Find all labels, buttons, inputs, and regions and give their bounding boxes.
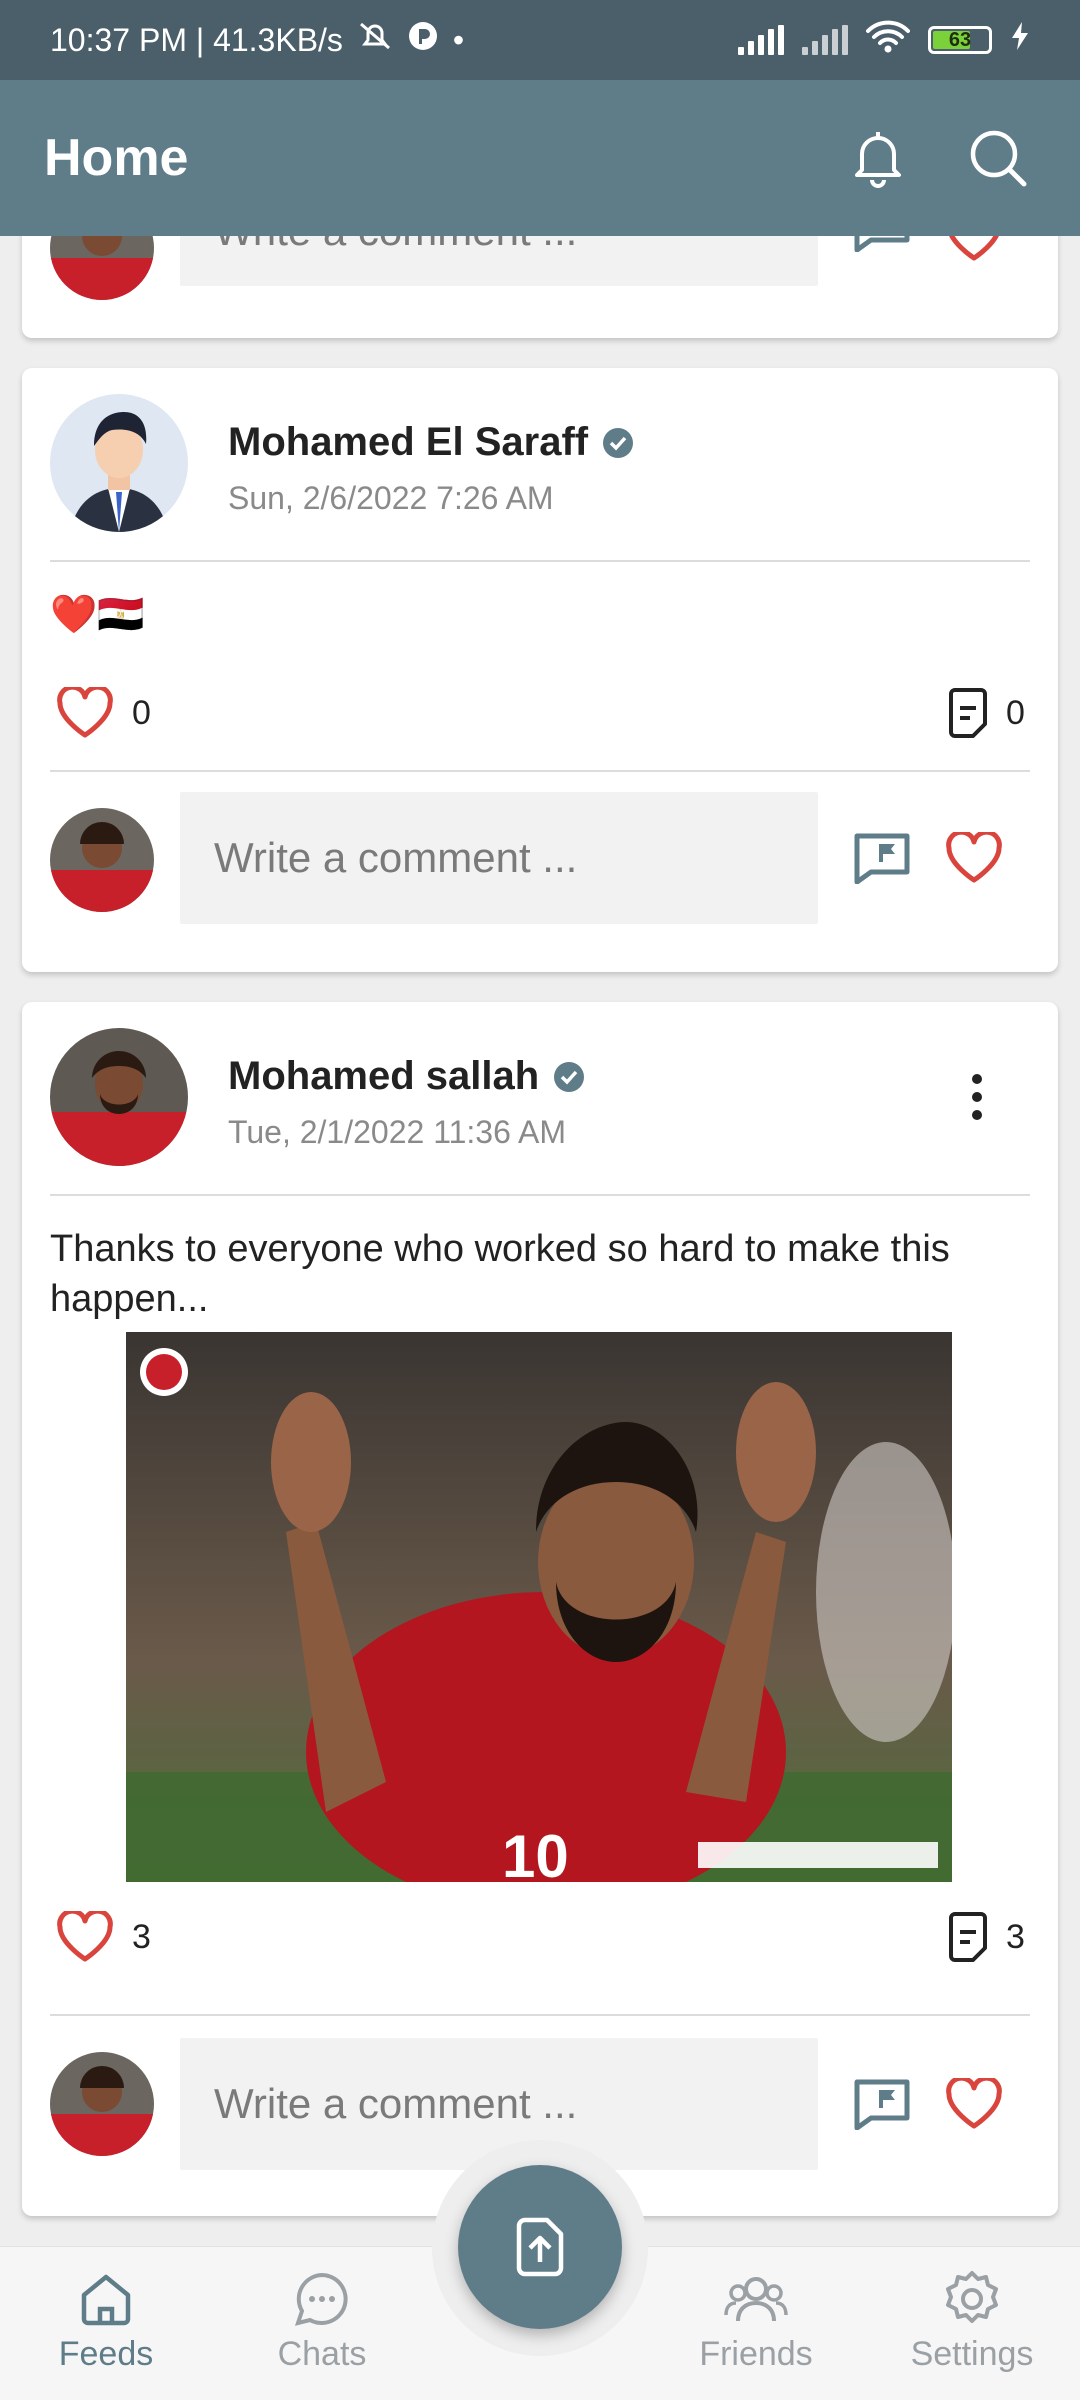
comment-count: 0 (1006, 694, 1025, 732)
page-title: Home (44, 129, 189, 187)
author-avatar[interactable] (50, 1028, 188, 1166)
post-image[interactable]: 10 (126, 1332, 952, 1882)
notifications-button[interactable] (840, 120, 916, 196)
heart-icon (57, 1911, 113, 1962)
heart-icon (946, 2078, 1002, 2129)
post-card (22, 236, 1058, 338)
upload-icon (516, 2217, 564, 2277)
search-icon (970, 130, 1027, 187)
post-card: Mohamed El Saraff Sun, 2/6/2022 7:26 AM … (22, 368, 1058, 972)
like-button[interactable] (50, 678, 120, 748)
verified-icon (554, 1061, 585, 1092)
gear-icon (946, 2271, 998, 2323)
comment-doc-icon (949, 688, 987, 738)
author-avatar[interactable] (50, 394, 188, 532)
like-count: 3 (132, 1918, 151, 1956)
post-text: Thanks to everyone who worked so hard to… (50, 1228, 950, 1320)
nav-feeds[interactable]: Feeds (6, 2269, 206, 2374)
like-button[interactable] (934, 818, 1014, 898)
nav-settings[interactable]: Settings (872, 2269, 1072, 2374)
wifi-icon (866, 19, 910, 61)
dot-icon: • (452, 21, 465, 58)
charging-icon (1010, 20, 1030, 60)
like-button[interactable] (934, 2064, 1014, 2144)
comment-flag-icon (854, 2079, 910, 2130)
comment-input[interactable] (180, 792, 818, 924)
send-comment-button[interactable] (842, 818, 922, 898)
battery-icon: 63 (928, 26, 992, 54)
battery-percent: 63 (948, 28, 972, 51)
author-name[interactable]: Mohamed El Saraff (228, 420, 634, 465)
like-button[interactable] (50, 1902, 120, 1972)
heart-icon (57, 687, 113, 738)
mute-icon (357, 20, 393, 60)
like-button[interactable] (934, 236, 1014, 276)
divider (50, 2014, 1030, 2016)
nav-label: Settings (910, 2335, 1034, 2373)
verified-icon (603, 427, 634, 458)
svg-text:10: 10 (502, 1823, 569, 1882)
nav-label: Feeds (58, 2335, 154, 2373)
comment-flag-icon (854, 236, 910, 252)
friends-icon (724, 2277, 788, 2322)
send-comment-button[interactable] (842, 2064, 922, 2144)
post-date: Sun, 2/6/2022 7:26 AM (228, 480, 554, 516)
divider (50, 560, 1030, 562)
bell-icon (855, 132, 901, 188)
nav-chats[interactable]: Chats (222, 2269, 422, 2374)
app-bar: Home (0, 80, 1080, 236)
more-vertical-icon (972, 1074, 982, 1120)
user-avatar (50, 2052, 154, 2156)
nav-label: Friends (699, 2335, 813, 2373)
nav-friends[interactable]: Friends (656, 2269, 856, 2374)
post-menu-button[interactable] (942, 1062, 1012, 1132)
like-count: 0 (132, 694, 151, 732)
comment-count: 3 (1006, 1918, 1025, 1956)
status-bar: 10:37 PM | 41.3KB/s • 63 (0, 0, 1080, 80)
user-avatar (50, 808, 154, 912)
comments-button[interactable] (940, 1902, 996, 1972)
search-button[interactable] (960, 120, 1036, 196)
signal-icon (738, 25, 784, 55)
status-time-speed: 10:37 PM | 41.3KB/s (50, 21, 343, 58)
author-name[interactable]: Mohamed sallah (228, 1054, 585, 1099)
feed-list[interactable]: Mohamed El Saraff Sun, 2/6/2022 7:26 AM … (0, 236, 1080, 2246)
comments-button[interactable] (940, 678, 996, 748)
post-date: Tue, 2/1/2022 11:36 AM (228, 1114, 567, 1150)
nav-label: Chats (277, 2335, 367, 2373)
signal-2-icon (802, 25, 848, 55)
post-card: Mohamed sallah Tue, 2/1/2022 11:36 AM Th… (22, 1002, 1058, 2216)
post-text: ❤️🇪🇬 (50, 594, 145, 636)
author-name-text: Mohamed El Saraff (228, 420, 589, 464)
divider (50, 770, 1030, 772)
heart-icon (946, 832, 1002, 883)
author-name-text: Mohamed sallah (228, 1054, 540, 1098)
heart-icon (949, 236, 999, 261)
home-icon (81, 2274, 131, 2326)
app-notification-icon (407, 20, 439, 60)
send-comment-button[interactable] (842, 236, 922, 266)
comment-doc-icon (949, 1912, 987, 1962)
user-avatar (50, 236, 154, 300)
divider (50, 1194, 1030, 1196)
upload-post-button[interactable] (458, 2165, 622, 2329)
comment-input[interactable] (180, 236, 818, 286)
chat-icon (294, 2272, 348, 2326)
comment-flag-icon (854, 833, 910, 884)
